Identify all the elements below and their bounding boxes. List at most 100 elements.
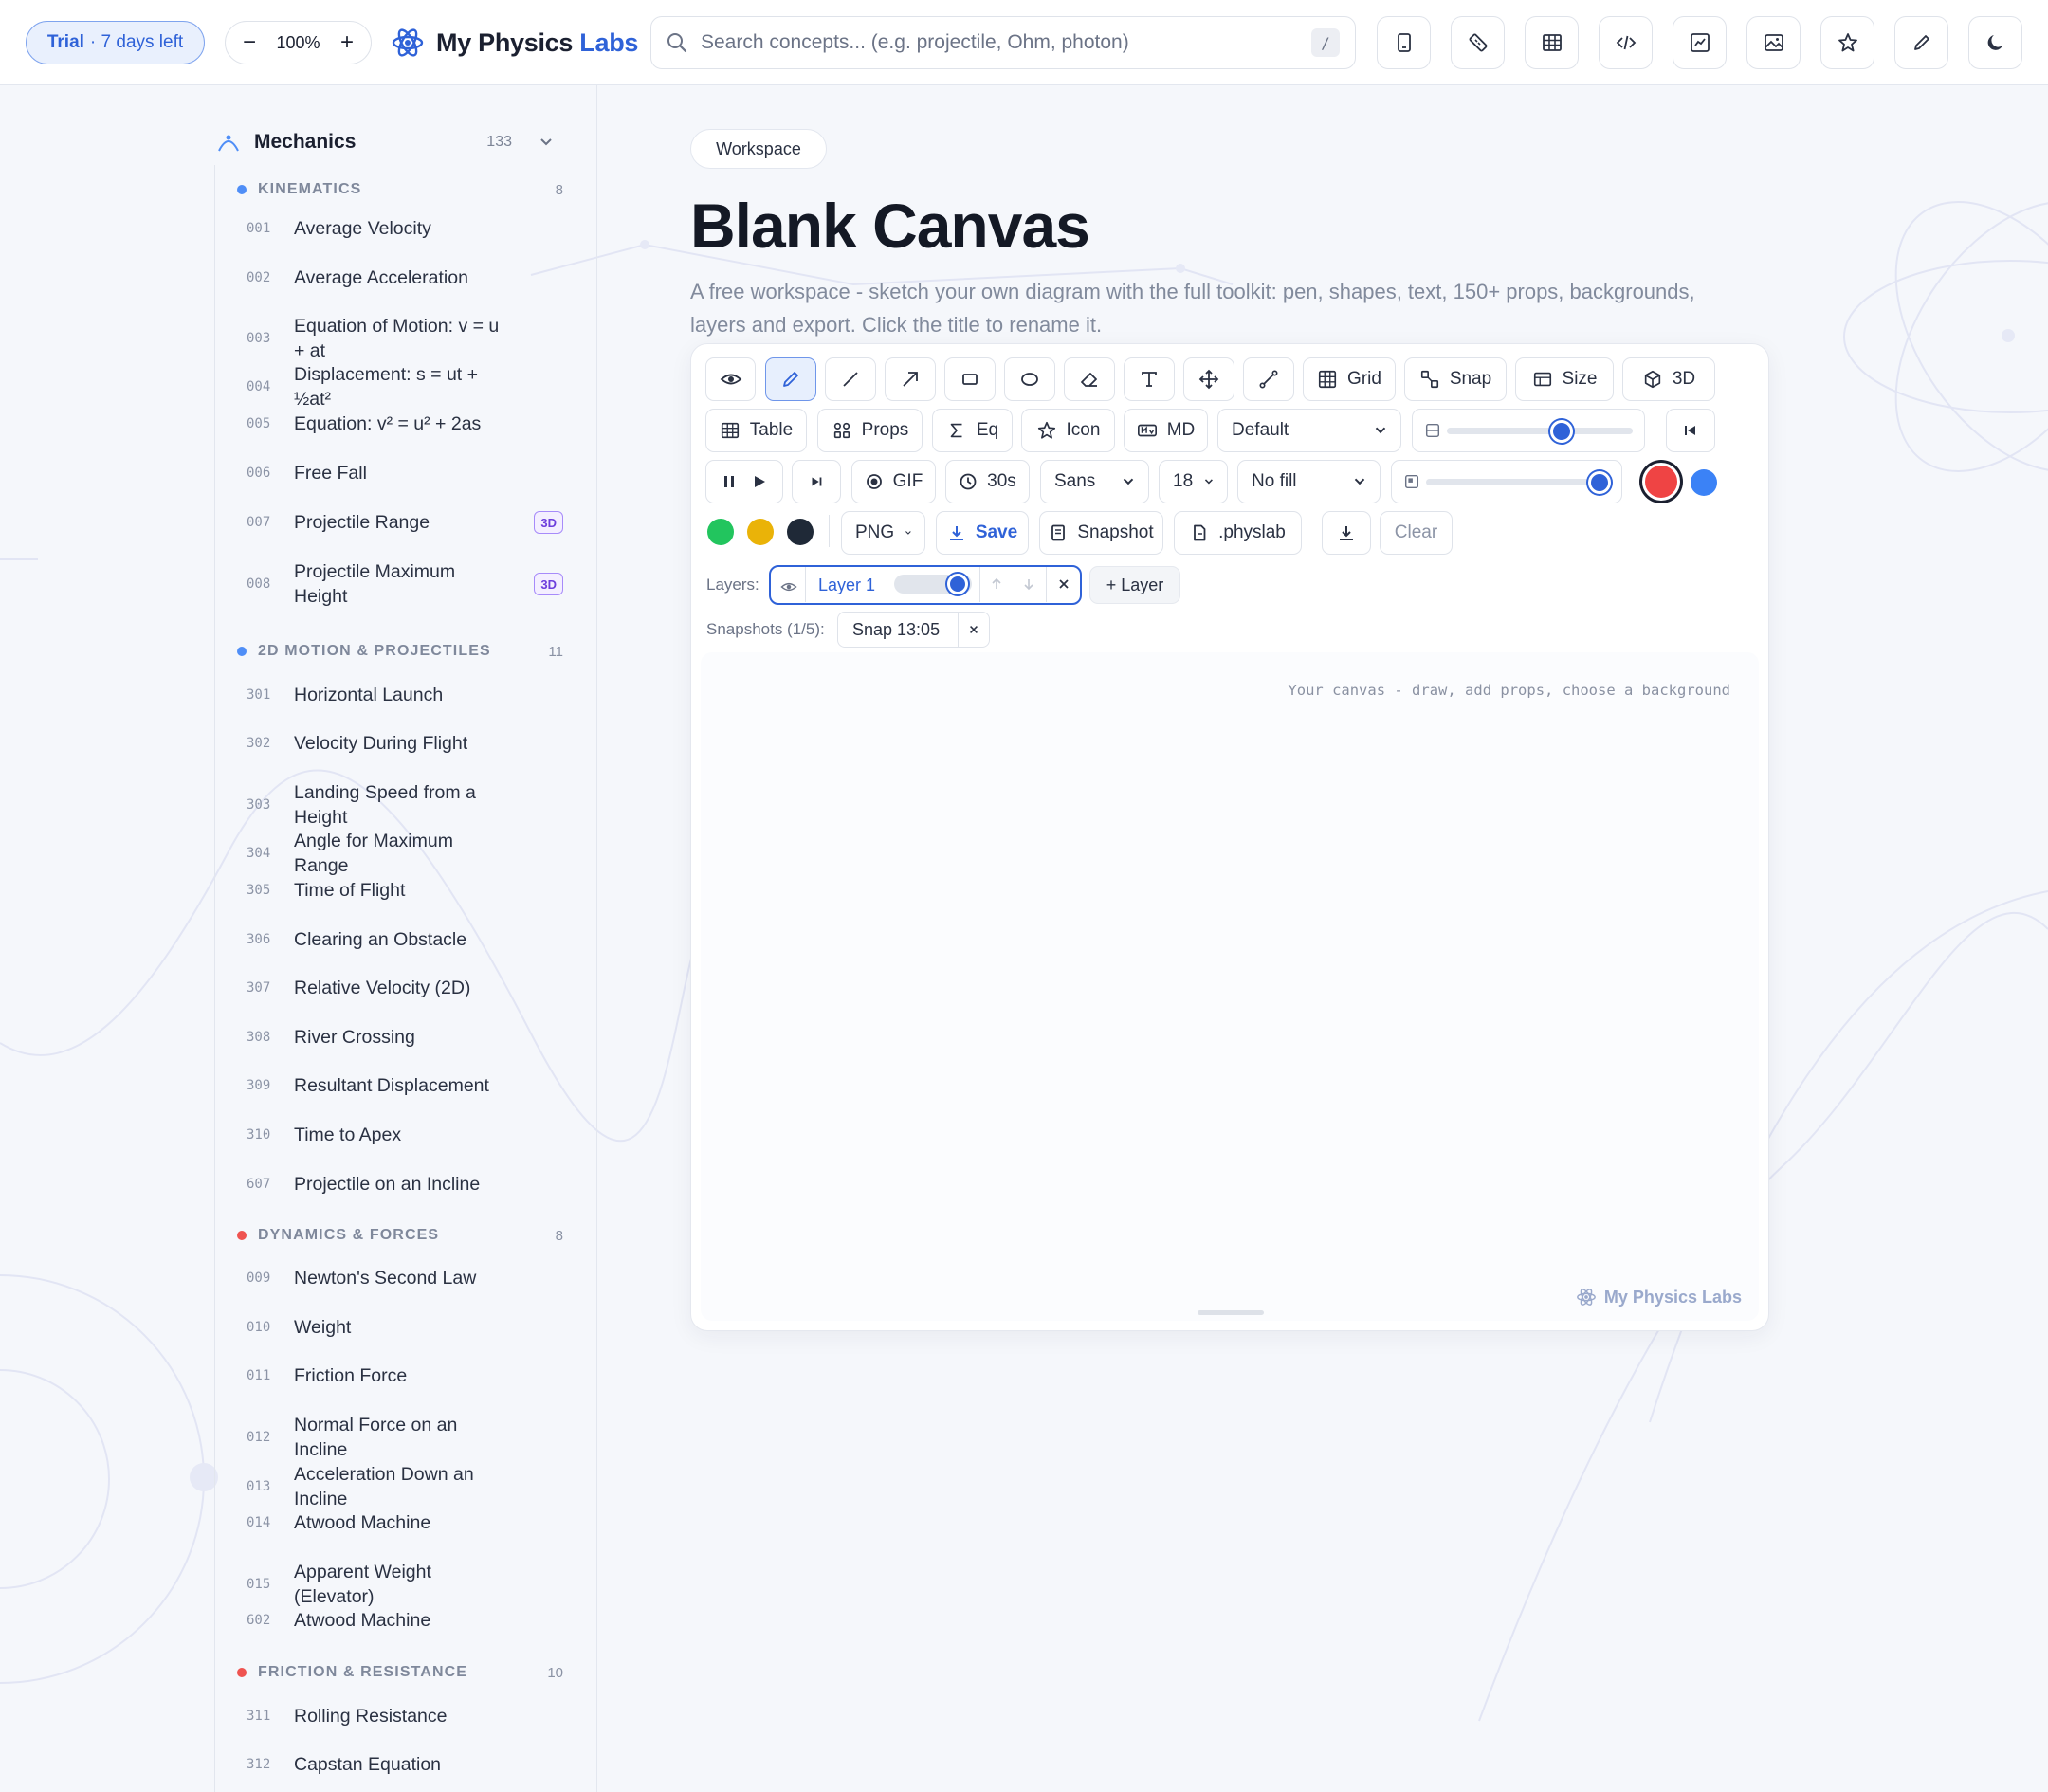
list-item[interactable]: 303 Landing Speed from a Height <box>247 780 569 831</box>
list-item[interactable]: 310 Time to Apex <box>247 1123 569 1147</box>
arrow-tool-button[interactable] <box>885 357 936 401</box>
export-format-select[interactable]: PNG <box>841 511 925 555</box>
fill-select[interactable]: No fill <box>1237 460 1381 503</box>
list-item[interactable]: 004 Displacement: s = ut + ½at² <box>247 362 569 412</box>
snapshot-item[interactable]: Snap 13:05 <box>837 612 990 648</box>
line-tool-button[interactable] <box>825 357 876 401</box>
arrow-down-icon[interactable] <box>1021 576 1036 592</box>
list-item[interactable]: 007 Projectile Range 3D <box>247 510 569 535</box>
duration-button[interactable]: 30s <box>945 460 1030 503</box>
move-tool-button[interactable] <box>1183 357 1234 401</box>
list-item[interactable]: 307 Relative Velocity (2D) <box>247 976 569 1000</box>
layer-item-active[interactable]: Layer 1 <box>769 565 1082 605</box>
snap-toggle-button[interactable]: Snap <box>1404 357 1507 401</box>
group-header[interactable]: DYNAMICS & FORCES 8 <box>237 1223 569 1248</box>
list-item[interactable]: 309 Resultant Displacement <box>247 1073 569 1098</box>
search-input[interactable]: Search concepts... (e.g. projectile, Ohm… <box>650 16 1356 69</box>
grid-toggle-button[interactable]: Grid <box>1303 357 1396 401</box>
color-swatch-red[interactable] <box>1642 463 1680 501</box>
list-item[interactable]: 011 Friction Force <box>247 1363 569 1388</box>
list-item[interactable]: 001 Average Velocity <box>247 216 569 241</box>
list-item[interactable]: 010 Weight <box>247 1315 569 1340</box>
list-item[interactable]: 311 Rolling Resistance <box>247 1704 569 1728</box>
rectangle-tool-button[interactable] <box>944 357 996 401</box>
ruler-button[interactable] <box>1451 16 1505 69</box>
list-item[interactable]: 312 Capstan Equation <box>247 1752 569 1777</box>
insert-table-button[interactable]: Table <box>705 409 807 452</box>
pause-icon[interactable] <box>722 474 737 489</box>
record-gif-button[interactable]: GIF <box>851 460 936 503</box>
favorites-button[interactable] <box>1820 16 1874 69</box>
close-icon[interactable] <box>1057 577 1070 591</box>
3d-button[interactable]: 3D <box>1622 357 1715 401</box>
text-tool-button[interactable] <box>1124 357 1175 401</box>
list-item[interactable]: 607 Projectile on an Incline <box>247 1172 569 1197</box>
play-icon[interactable] <box>752 474 767 489</box>
calculator-button[interactable] <box>1377 16 1431 69</box>
list-item[interactable]: 301 Horizontal Launch <box>247 683 569 707</box>
stroke-width-slider-knob[interactable] <box>1588 471 1611 494</box>
stroke-width-slider-track[interactable] <box>1426 479 1612 485</box>
connector-tool-button[interactable] <box>1243 357 1294 401</box>
background-opacity-slider-track[interactable] <box>1447 428 1633 434</box>
zoom-in-button[interactable]: + <box>337 31 357 54</box>
close-icon[interactable] <box>968 624 979 635</box>
table-button[interactable] <box>1525 16 1579 69</box>
list-item[interactable]: 006 Free Fall <box>247 461 569 485</box>
group-header[interactable]: FRICTION & RESISTANCE 10 <box>237 1660 569 1685</box>
preview-button[interactable] <box>705 357 756 401</box>
list-item[interactable]: 305 Time of Flight <box>247 878 569 903</box>
resize-handle[interactable] <box>1198 1310 1264 1315</box>
background-opacity-slider-knob[interactable] <box>1550 420 1573 443</box>
size-button[interactable]: Size <box>1515 357 1614 401</box>
list-item[interactable]: 306 Clearing an Obstacle <box>247 927 569 952</box>
color-swatch-blue[interactable] <box>1691 469 1717 496</box>
zoom-out-button[interactable]: − <box>239 31 260 54</box>
arrow-up-icon[interactable] <box>989 576 1004 592</box>
list-item[interactable]: 015 Apparent Weight (Elevator) <box>247 1560 569 1610</box>
clear-button[interactable]: Clear <box>1380 511 1453 555</box>
group-header[interactable]: KINEMATICS 8 <box>237 177 569 202</box>
download-button[interactable] <box>1322 511 1371 555</box>
add-layer-button[interactable]: + Layer <box>1089 566 1180 604</box>
export-physlab-button[interactable]: .physlab <box>1174 511 1302 555</box>
brand-logo[interactable]: My Physics Labs <box>391 24 638 62</box>
group-header[interactable]: 2D MOTION & PROJECTILES 11 <box>237 639 569 664</box>
list-item[interactable]: 308 River Crossing <box>247 1025 569 1050</box>
list-item[interactable]: 005 Equation: v² = u² + 2as <box>247 411 569 436</box>
list-item[interactable]: 304 Angle for Maximum Range <box>247 829 569 879</box>
snapshot-button[interactable]: Snapshot <box>1039 511 1163 555</box>
list-item[interactable]: 003 Equation of Motion: v = u + at <box>247 314 569 364</box>
font-family-select[interactable]: Sans <box>1040 460 1149 503</box>
list-item[interactable]: 014 Atwood Machine <box>247 1510 569 1535</box>
pen-tool-button[interactable] <box>765 357 816 401</box>
color-swatch-yellow[interactable] <box>747 519 774 545</box>
code-button[interactable] <box>1599 16 1653 69</box>
dark-mode-toggle[interactable] <box>1968 16 2022 69</box>
chart-button[interactable] <box>1673 16 1727 69</box>
chevron-down-icon[interactable] <box>537 133 556 152</box>
list-item[interactable]: 302 Velocity During Flight <box>247 731 569 756</box>
equation-button[interactable]: Eq <box>932 409 1013 452</box>
drawing-canvas[interactable] <box>701 652 1759 1321</box>
markdown-button[interactable]: MD <box>1124 409 1208 452</box>
step-forward-button[interactable] <box>792 460 841 503</box>
trial-badge[interactable]: Trial · 7 days left <box>26 21 205 64</box>
save-button[interactable]: Save <box>936 511 1029 555</box>
layer-visibility-icon[interactable] <box>780 578 797 595</box>
insert-icon-button[interactable]: Icon <box>1021 409 1115 452</box>
list-item[interactable]: 008 Projectile Maximum Height 3D <box>247 559 569 610</box>
color-swatch-dark[interactable] <box>787 519 814 545</box>
annotate-button[interactable] <box>1894 16 1948 69</box>
layer-name[interactable]: Layer 1 <box>818 576 875 595</box>
layer-opacity-knob[interactable] <box>947 574 968 594</box>
list-item[interactable]: 002 Average Acceleration <box>247 265 569 290</box>
eraser-tool-button[interactable] <box>1064 357 1115 401</box>
rewind-button[interactable] <box>1666 409 1715 452</box>
font-size-select[interactable]: 18 <box>1159 460 1228 503</box>
color-swatch-green[interactable] <box>707 519 734 545</box>
breadcrumb[interactable]: Workspace <box>690 129 827 169</box>
snapshot-item-label[interactable]: Snap 13:05 <box>852 620 940 640</box>
image-button[interactable] <box>1746 16 1801 69</box>
ellipse-tool-button[interactable] <box>1004 357 1055 401</box>
